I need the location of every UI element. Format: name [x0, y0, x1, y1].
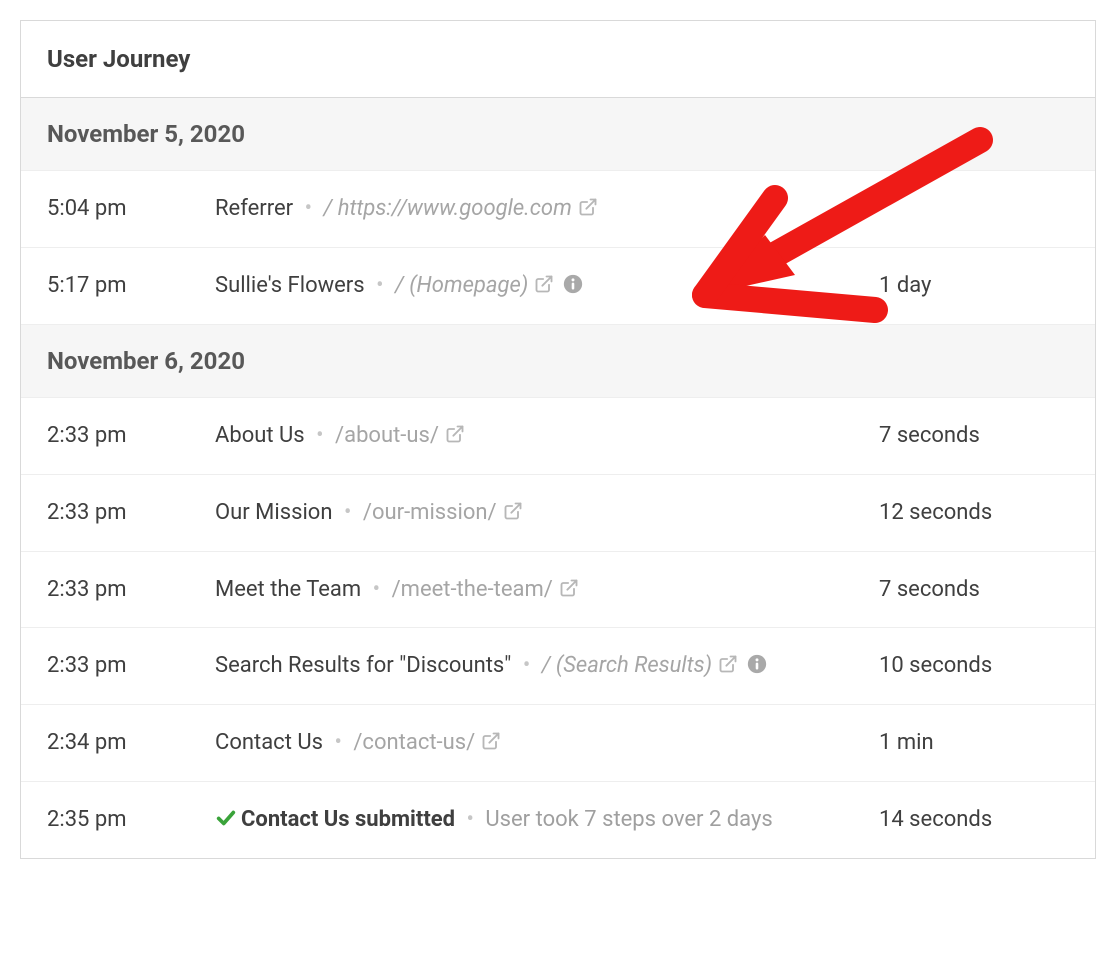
external-link-icon[interactable]	[559, 578, 579, 598]
journey-path: / (Homepage)	[395, 273, 528, 298]
separator-dot: •	[305, 196, 312, 221]
journey-path: /meet-the-team/	[392, 577, 553, 602]
separator-dot: •	[334, 730, 341, 755]
journey-title: Our Mission	[215, 500, 333, 525]
journey-path: / https://www.google.com	[323, 196, 571, 221]
journey-detail: Contact Us submitted • User took 7 steps…	[215, 804, 879, 836]
journey-title: About Us	[215, 423, 305, 448]
external-link-icon[interactable]	[481, 731, 501, 751]
journey-title: Referrer	[215, 196, 293, 221]
separator-dot: •	[376, 273, 383, 298]
external-link-icon[interactable]	[503, 501, 523, 521]
journey-path: /our-mission/	[363, 500, 497, 525]
journey-title: Sullie's Flowers	[215, 273, 365, 298]
separator-dot: •	[344, 500, 351, 525]
journey-detail: About Us • /about-us/	[215, 420, 879, 452]
journey-duration: 1 min	[879, 727, 1069, 759]
separator-dot: •	[373, 577, 380, 602]
journey-duration: 7 seconds	[879, 574, 1069, 606]
journey-row: 2:33 pmAbout Us • /about-us/7 seconds	[21, 398, 1095, 475]
info-icon[interactable]	[746, 653, 768, 675]
journey-title: Meet the Team	[215, 577, 361, 602]
external-link-icon[interactable]	[578, 197, 598, 217]
journey-duration: 1 day	[879, 270, 1069, 302]
separator-dot: •	[316, 423, 323, 448]
journey-detail: Search Results for "Discounts" • / (Sear…	[215, 650, 879, 682]
journey-title: Contact Us	[215, 730, 323, 755]
journey-time: 2:33 pm	[47, 574, 215, 606]
journey-summary: User took 7 steps over 2 days	[485, 807, 772, 832]
date-header: November 6, 2020	[21, 325, 1095, 398]
journey-row: 2:34 pmContact Us • /contact-us/1 min	[21, 705, 1095, 782]
external-link-icon[interactable]	[718, 654, 738, 674]
journey-time: 2:33 pm	[47, 497, 215, 529]
journey-time: 5:17 pm	[47, 270, 215, 302]
separator-dot: •	[523, 653, 530, 678]
journey-path: /contact-us/	[353, 730, 475, 755]
journey-time: 2:34 pm	[47, 727, 215, 759]
separator-dot: •	[461, 807, 479, 832]
journey-row: 5:17 pmSullie's Flowers • / (Homepage)1 …	[21, 248, 1095, 325]
journey-detail: Contact Us • /contact-us/	[215, 727, 879, 759]
check-icon	[215, 807, 237, 829]
journey-time: 2:33 pm	[47, 420, 215, 452]
journey-path: /about-us/	[335, 423, 439, 448]
external-link-icon[interactable]	[445, 424, 465, 444]
journey-row: 2:33 pmOur Mission • /our-mission/12 sec…	[21, 475, 1095, 552]
journey-row: 5:04 pmReferrer • / https://www.google.c…	[21, 171, 1095, 248]
journey-row: 2:33 pmSearch Results for "Discounts" • …	[21, 628, 1095, 705]
info-icon[interactable]	[562, 273, 584, 295]
journey-time: 2:33 pm	[47, 650, 215, 682]
journey-detail: Meet the Team • /meet-the-team/	[215, 574, 879, 606]
journey-path: / (Search Results)	[542, 653, 712, 678]
journey-detail: Referrer • / https://www.google.com	[215, 193, 879, 225]
journey-row: 2:35 pmContact Us submitted • User took …	[21, 782, 1095, 858]
journey-title: Contact Us submitted	[241, 807, 455, 832]
journey-duration: 7 seconds	[879, 420, 1069, 452]
panel-title: User Journey	[21, 21, 1095, 98]
external-link-icon[interactable]	[534, 274, 554, 294]
journey-detail: Sullie's Flowers • / (Homepage)	[215, 270, 879, 302]
journey-duration: 10 seconds	[879, 650, 1069, 682]
journey-title: Search Results for "Discounts"	[215, 653, 511, 678]
journey-time: 5:04 pm	[47, 193, 215, 225]
journey-time: 2:35 pm	[47, 804, 215, 836]
journey-row: 2:33 pmMeet the Team • /meet-the-team/7 …	[21, 552, 1095, 629]
user-journey-panel: User Journey November 5, 20205:04 pmRefe…	[20, 20, 1096, 859]
date-header: November 5, 2020	[21, 98, 1095, 171]
journey-duration: 12 seconds	[879, 497, 1069, 529]
journey-duration: 14 seconds	[879, 804, 1069, 836]
journey-detail: Our Mission • /our-mission/	[215, 497, 879, 529]
